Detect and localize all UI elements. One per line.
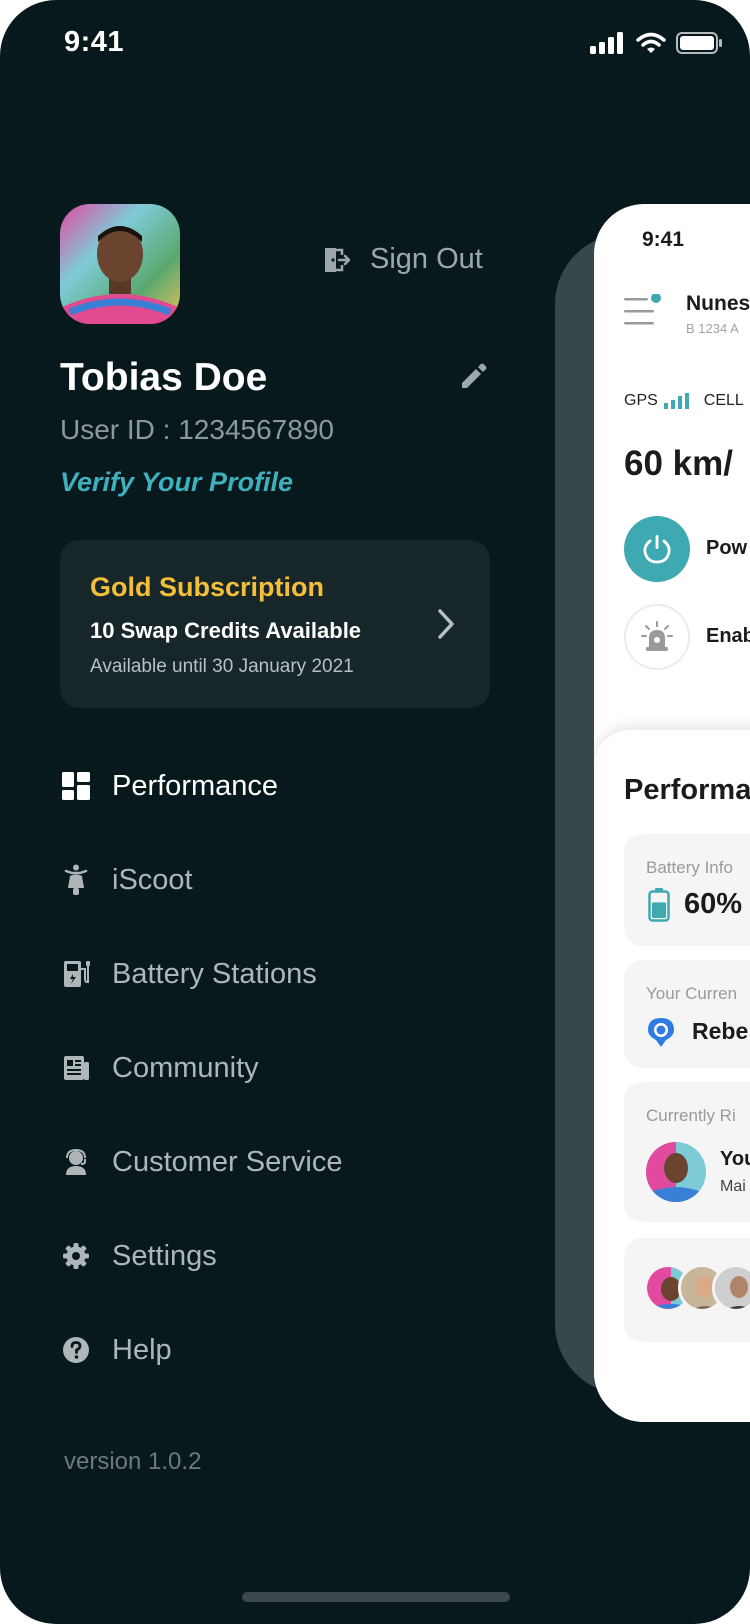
cell-label: CELL bbox=[703, 392, 744, 409]
battery-station-icon bbox=[60, 958, 92, 990]
battery-percentage: 60% bbox=[684, 888, 743, 920]
power-icon bbox=[643, 535, 671, 564]
subscription-card[interactable]: Gold Subscription 10 Swap Credits Availa… bbox=[60, 540, 490, 708]
riders-group-card[interactable] bbox=[624, 1238, 750, 1342]
main-screen-preview[interactable]: 9:41 Nunes B 1234 A GPS CELL 60 km/ Pow … bbox=[594, 204, 750, 1422]
subscription-until: Available until 30 January 2021 bbox=[90, 656, 354, 677]
siren-icon bbox=[641, 621, 673, 651]
app-screen: 9:41 Sign Out Tobias Doe User ID: 12345… bbox=[0, 0, 750, 1624]
preview-speed: 60 km/ bbox=[624, 444, 733, 483]
power-label: Pow bbox=[706, 537, 748, 559]
headset-agent-icon bbox=[60, 1146, 92, 1178]
rider-subtitle: Mai bbox=[720, 1178, 746, 1195]
current-location-label: Your Curren bbox=[646, 984, 738, 1003]
sign-out-button[interactable]: Sign Out bbox=[322, 243, 483, 276]
menu-item-label: Customer Service bbox=[112, 1145, 343, 1178]
dashboard-icon bbox=[60, 770, 92, 802]
menu-item-label: Battery Stations bbox=[112, 957, 317, 990]
current-rider-label: Currently Ri bbox=[646, 1106, 736, 1125]
menu-item-settings[interactable]: Settings bbox=[60, 1226, 490, 1286]
cellular-signal-icon bbox=[590, 32, 623, 54]
menu-item-customer-service[interactable]: Customer Service bbox=[60, 1132, 490, 1192]
menu-item-label: Help bbox=[112, 1333, 172, 1366]
battery-info-card[interactable]: Battery Info 60% bbox=[624, 834, 750, 946]
home-indicator[interactable] bbox=[242, 1592, 510, 1602]
rider-avatar bbox=[646, 1142, 706, 1202]
rider-name: You bbox=[720, 1148, 750, 1170]
alarm-label: Enab bbox=[706, 625, 750, 647]
menu-item-help[interactable]: Help bbox=[60, 1320, 490, 1380]
menu-item-community[interactable]: Community bbox=[60, 1038, 490, 1098]
verify-profile-link[interactable]: Verify Your Profile bbox=[60, 467, 293, 498]
signal-bars-icon bbox=[663, 393, 689, 409]
current-location-card[interactable]: Your Curren Rebe bbox=[624, 960, 750, 1068]
menu-item-label: iScoot bbox=[112, 863, 193, 896]
menu-notification-icon bbox=[624, 293, 664, 335]
newspaper-icon bbox=[60, 1052, 92, 1084]
gear-icon bbox=[60, 1240, 92, 1272]
menu-item-iscoot[interactable]: iScoot bbox=[60, 850, 490, 910]
performance-panel: Performa Battery Info 60% Your Curren Re… bbox=[594, 730, 750, 1422]
chevron-right-icon bbox=[436, 608, 456, 645]
wifi-icon bbox=[636, 32, 666, 53]
subscription-title: Gold Subscription bbox=[90, 572, 324, 602]
battery-info-label: Battery Info bbox=[646, 858, 733, 877]
status-time: 9:41 bbox=[64, 26, 125, 58]
edit-profile-icon[interactable] bbox=[458, 362, 488, 397]
preview-connectivity: GPS CELL bbox=[624, 392, 744, 410]
menu-item-label: Performance bbox=[112, 769, 279, 802]
user-id: User ID : 1234567890 bbox=[60, 414, 334, 445]
menu-item-label: Community bbox=[112, 1051, 259, 1084]
battery-status-icon bbox=[676, 32, 722, 54]
battery-level-icon bbox=[648, 888, 670, 922]
preview-vehicle-name: Nunes bbox=[686, 292, 750, 315]
current-location-value: Rebe bbox=[692, 1018, 749, 1044]
subscription-credits: 10 Swap Credits Available bbox=[90, 618, 362, 643]
scooter-icon bbox=[60, 864, 92, 896]
menu-item-label: Settings bbox=[112, 1239, 217, 1272]
menu-item-performance[interactable]: Performance bbox=[60, 756, 490, 816]
preview-status-time: 9:41 bbox=[642, 228, 685, 251]
sign-out-label: Sign Out bbox=[370, 243, 483, 275]
status-bar: 9:41 bbox=[0, 0, 750, 90]
status-icons bbox=[590, 32, 722, 54]
help-circle-icon bbox=[60, 1334, 92, 1366]
avatar[interactable] bbox=[60, 204, 180, 324]
sign-out-icon bbox=[325, 247, 350, 272]
user-name: Tobias Doe bbox=[60, 356, 268, 399]
performance-title: Performa bbox=[624, 774, 750, 806]
location-pin-icon bbox=[648, 1018, 674, 1047]
gps-label: GPS bbox=[624, 392, 658, 409]
alarm-button[interactable] bbox=[624, 604, 690, 670]
power-button[interactable] bbox=[624, 516, 690, 582]
app-version: version 1.0.2 bbox=[64, 1448, 202, 1475]
preview-vehicle-plate: B 1234 A bbox=[686, 321, 739, 336]
current-rider-card[interactable]: Currently Ri You Mai bbox=[624, 1082, 750, 1222]
menu-item-battery-stations[interactable]: Battery Stations bbox=[60, 944, 490, 1004]
